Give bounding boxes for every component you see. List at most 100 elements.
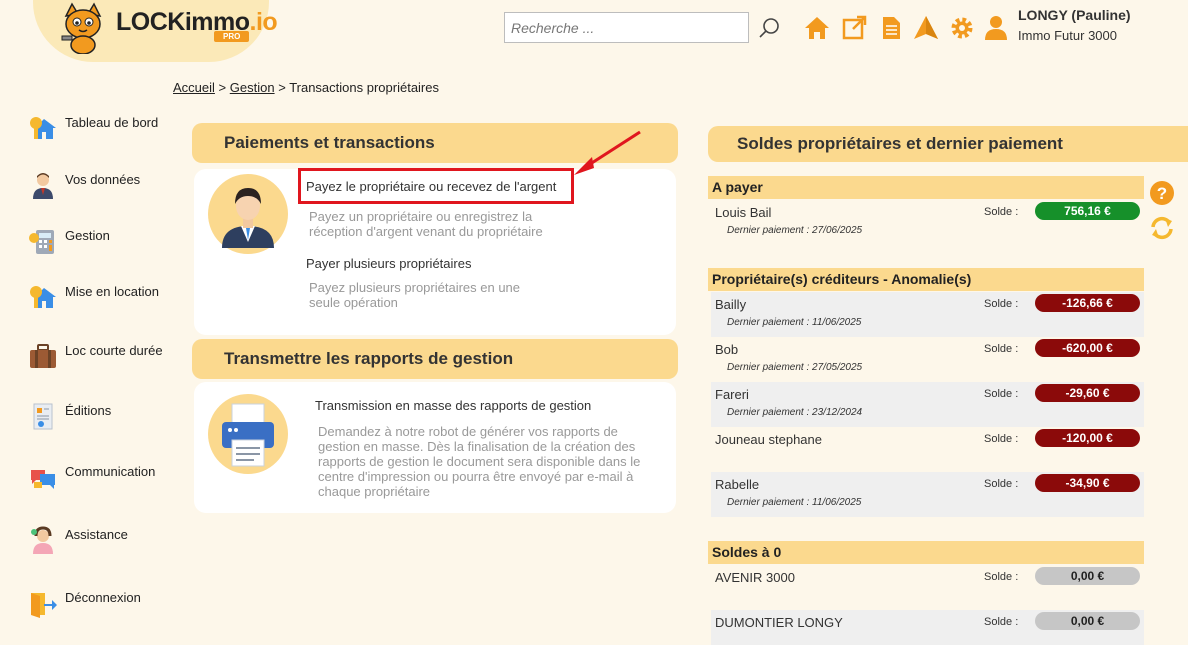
solde-label: Solde : xyxy=(984,478,1019,490)
pay-owner-description: Payez un propriétaire ou enregistrez la … xyxy=(309,209,543,239)
solde-label: Solde : xyxy=(984,206,1019,218)
sidebar-item-label: Gestion xyxy=(65,228,110,243)
sidebar-item-label: Vos données xyxy=(65,172,141,187)
owner-avatar xyxy=(208,174,288,254)
breadcrumb-separator: > xyxy=(218,80,227,95)
calculator-icon xyxy=(29,230,54,254)
last-payment-date: Dernier paiement : 11/06/2025 xyxy=(727,317,862,328)
businessman-icon xyxy=(222,188,274,248)
balances-panel-header: Soldes propriétaires et dernier paiement xyxy=(708,126,1188,162)
person-icon xyxy=(33,173,53,199)
external-link-icon[interactable] xyxy=(841,15,867,41)
printer-icon xyxy=(222,403,274,467)
owner-name[interactable]: Louis Bail xyxy=(715,205,771,220)
sidebar-item-tableau-de-bord[interactable]: Tableau de bord xyxy=(28,113,158,143)
balance-row[interactable]: Fareri Dernier paiement : 23/12/2024 Sol… xyxy=(711,382,1144,427)
report-icon xyxy=(33,403,53,430)
owner-name[interactable]: Bailly xyxy=(715,297,746,312)
printer-badge xyxy=(208,394,288,474)
breadcrumb-separator: > xyxy=(278,80,286,95)
sidebar-item-label: Assistance xyxy=(65,527,128,542)
owner-name[interactable]: Rabelle xyxy=(715,477,759,492)
sidebar-item-label: Loc courte durée xyxy=(65,343,163,358)
balance-amount-badge[interactable]: -34,90 € xyxy=(1035,474,1140,492)
document-icon[interactable] xyxy=(878,15,904,41)
balance-amount-badge[interactable]: -620,00 € xyxy=(1035,339,1140,357)
home-icon[interactable] xyxy=(804,15,830,41)
breadcrumb-section-link[interactable]: Gestion xyxy=(230,80,275,95)
user-name[interactable]: LONGY (Pauline) xyxy=(1018,7,1131,23)
owner-name[interactable]: Fareri xyxy=(715,387,749,402)
sidebar-item-mise-en-location[interactable]: Mise en location xyxy=(28,282,159,312)
balance-amount-badge[interactable]: 0,00 € xyxy=(1035,567,1140,585)
balance-row[interactable]: AVENIR 3000 Solde : 0,00 € xyxy=(711,565,1144,610)
solde-label: Solde : xyxy=(984,298,1019,310)
last-payment-date: Dernier paiement : 27/05/2025 xyxy=(727,362,863,373)
pay-multiple-owners-link[interactable]: Payer plusieurs propriétaires xyxy=(306,256,471,271)
last-payment-date: Dernier paiement : 11/06/2025 xyxy=(727,497,862,508)
balance-row[interactable]: Bailly Dernier paiement : 11/06/2025 Sol… xyxy=(711,292,1144,337)
solde-label: Solde : xyxy=(984,388,1019,400)
help-icon[interactable]: ? xyxy=(1150,181,1174,205)
chat-bubbles-icon xyxy=(31,470,55,489)
balance-amount-badge[interactable]: -120,00 € xyxy=(1035,429,1140,447)
owner-name[interactable]: DUMONTIER LONGY xyxy=(715,615,843,630)
sidebar-item-loc-courte-duree[interactable]: Loc courte durée xyxy=(28,341,163,371)
sidebar-item-assistance[interactable]: Assistance xyxy=(28,525,128,555)
pay-multiple-owners-description: Payez plusieurs propriétaires en une seu… xyxy=(309,280,521,310)
breadcrumb-home-link[interactable]: Accueil xyxy=(173,80,215,95)
suitcase-icon xyxy=(30,344,56,368)
alert-icon[interactable] xyxy=(913,15,939,41)
sidebar-item-vos-donnees[interactable]: Vos données xyxy=(28,170,140,200)
solde-label: Solde : xyxy=(984,343,1019,355)
last-payment-date: Dernier paiement : 23/12/2024 xyxy=(727,407,863,418)
cat-mascot-icon xyxy=(61,2,102,54)
support-agent-icon xyxy=(31,526,53,554)
solde-label: Solde : xyxy=(984,433,1019,445)
section-header-a-payer: A payer xyxy=(708,176,1144,199)
balance-row[interactable]: Rabelle Dernier paiement : 11/06/2025 So… xyxy=(711,472,1144,517)
search-input[interactable] xyxy=(504,12,749,43)
mass-report-description: Demandez à notre robot de générer vos ra… xyxy=(318,424,641,499)
balance-amount-badge[interactable]: 0,00 € xyxy=(1035,612,1140,630)
sidebar-item-deconnexion[interactable]: Déconnexion xyxy=(28,588,141,618)
red-arrow-annotation xyxy=(574,130,641,175)
owner-name[interactable]: Jouneau stephane xyxy=(715,432,822,447)
user-agency: Immo Futur 3000 xyxy=(1018,28,1117,43)
highlight-box xyxy=(298,168,574,204)
breadcrumb: Accueil > Gestion > Transactions proprié… xyxy=(173,80,439,95)
logo-text[interactable]: LOCKimmo.io xyxy=(116,8,278,37)
owner-name[interactable]: Bob xyxy=(715,342,738,357)
sidebar-item-communication[interactable]: Communication xyxy=(28,462,155,492)
payments-panel-title: Paiements et transactions xyxy=(224,133,435,152)
sidebar-item-gestion[interactable]: Gestion xyxy=(28,226,110,256)
balance-amount-badge[interactable]: -29,60 € xyxy=(1035,384,1140,402)
owner-name[interactable]: AVENIR 3000 xyxy=(715,570,795,585)
gear-icon[interactable] xyxy=(949,15,975,41)
section-header-crediteurs: Propriétaire(s) créditeurs - Anomalie(s) xyxy=(708,268,1144,291)
solde-label: Solde : xyxy=(984,571,1019,583)
balance-row[interactable]: Jouneau stephane Solde : -120,00 € xyxy=(711,427,1144,472)
balance-amount-badge[interactable]: -126,66 € xyxy=(1035,294,1140,312)
balance-amount-badge[interactable]: 756,16 € xyxy=(1035,202,1140,220)
logout-icon xyxy=(31,593,57,618)
sidebar-item-editions[interactable]: Éditions xyxy=(28,401,111,431)
refresh-icon[interactable] xyxy=(1149,215,1175,241)
logo-pro-badge: PRO xyxy=(214,31,250,42)
section-title: Propriétaire(s) créditeurs - Anomalie(s) xyxy=(712,271,972,287)
search-icon[interactable] xyxy=(757,16,781,40)
balance-row[interactable]: DUMONTIER LONGY Solde : 0,00 € xyxy=(711,610,1144,645)
balances-panel-title: Soldes propriétaires et dernier paiement xyxy=(737,134,1063,153)
sidebar-item-label: Déconnexion xyxy=(65,590,141,605)
mass-report-link[interactable]: Transmission en masse des rapports de ge… xyxy=(315,398,591,413)
sidebar-item-label: Communication xyxy=(65,464,156,479)
section-title: Soldes à 0 xyxy=(712,544,782,560)
reports-panel-title: Transmettre les rapports de gestion xyxy=(224,349,514,368)
sidebar-item-label: Éditions xyxy=(65,403,112,418)
balance-row[interactable]: Louis Bail Dernier paiement : 27/06/2025… xyxy=(711,200,1144,245)
last-payment-date: Dernier paiement : 27/06/2025 xyxy=(727,225,863,236)
house-key-icon xyxy=(30,286,56,308)
user-icon[interactable] xyxy=(983,15,1009,41)
balance-row[interactable]: Bob Dernier paiement : 27/05/2025 Solde … xyxy=(711,337,1144,382)
section-title: A payer xyxy=(712,179,763,195)
